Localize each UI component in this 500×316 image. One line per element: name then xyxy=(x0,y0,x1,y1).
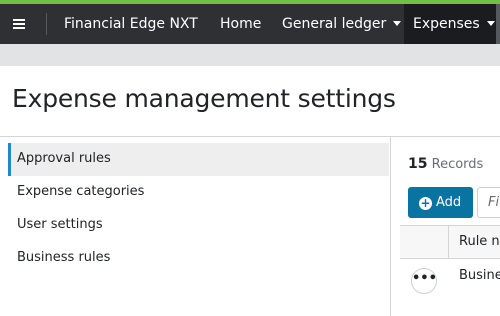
grid-header-border xyxy=(400,258,500,259)
nav-general-ledger[interactable]: General ledger xyxy=(272,4,404,44)
content-divider xyxy=(0,136,500,137)
records-summary: 15 Records xyxy=(408,156,483,172)
sidebar-item-expense-categories[interactable]: Expense categories xyxy=(8,176,389,209)
nav-overflow-item[interactable] xyxy=(496,4,500,44)
table-row-rule-name: Busine xyxy=(459,268,500,283)
records-label: Records xyxy=(431,157,484,172)
search-input[interactable]: Fi xyxy=(477,187,500,218)
chevron-down-icon xyxy=(393,21,402,26)
column-header-rule-name[interactable]: Rule na xyxy=(459,234,500,249)
nav-home[interactable]: Home xyxy=(210,4,272,44)
add-button[interactable]: + Add xyxy=(408,187,473,218)
nav-expenses[interactable]: Expenses xyxy=(404,4,496,44)
chevron-down-icon xyxy=(486,21,495,26)
grid-column-divider xyxy=(448,226,449,258)
subheader-bar xyxy=(0,44,500,66)
navbar-divider xyxy=(46,13,47,35)
sidebar-item-user-settings[interactable]: User settings xyxy=(8,209,389,242)
nav-home-label: Home xyxy=(220,16,262,32)
sidebar-item-business-rules[interactable]: Business rules xyxy=(8,242,389,275)
settings-sidebar: Approval rules Expense categories User s… xyxy=(8,143,389,275)
add-button-label: Add xyxy=(436,195,462,210)
row-context-menu-button[interactable]: ••• xyxy=(411,268,437,294)
page-title: Expense management settings xyxy=(12,84,396,113)
top-navbar: Financial Edge NXT Home General ledger E… xyxy=(0,4,500,44)
nav-general-ledger-label: General ledger xyxy=(282,16,387,32)
nav-expenses-label: Expenses xyxy=(413,16,480,32)
records-count: 15 xyxy=(408,156,428,172)
menu-icon[interactable] xyxy=(10,13,32,35)
product-name[interactable]: Financial Edge NXT xyxy=(64,4,198,44)
sidebar-item-approval-rules[interactable]: Approval rules xyxy=(8,143,389,176)
grid-top-border xyxy=(400,225,500,226)
panel-divider xyxy=(390,137,391,316)
plus-circle-icon: + xyxy=(419,196,432,210)
